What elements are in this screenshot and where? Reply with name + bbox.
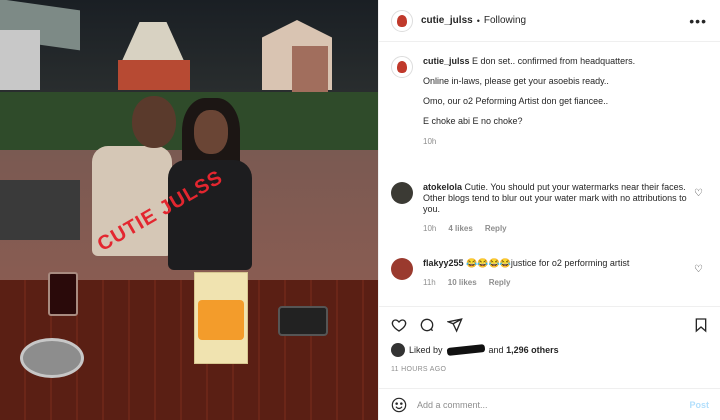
comment-likes[interactable]: 10 likes [448, 277, 477, 288]
likes-count-link[interactable]: 1,296 others [506, 345, 559, 355]
photo-phone [278, 306, 328, 336]
following-button[interactable]: Following [484, 15, 526, 26]
comment-username[interactable]: atokelola [423, 182, 462, 192]
comment-time[interactable]: 11h [423, 277, 436, 288]
comment-item: flakyy255 😂😂😂😂justice for o2 performing … [391, 258, 711, 288]
photo-gazebo [118, 60, 190, 90]
photo-ashtray [20, 338, 84, 378]
photo-woman-face [194, 110, 228, 154]
more-options-icon[interactable]: ••• [689, 13, 707, 29]
redacted-username-scribble [446, 344, 485, 356]
caption-avatar[interactable] [391, 56, 413, 78]
photo-drink-glass [48, 272, 78, 316]
post-time-ago[interactable]: 11 HOURS AGO [391, 366, 446, 373]
heart-icon[interactable] [391, 317, 407, 333]
header-username[interactable]: cutie_julss [421, 15, 473, 26]
caption-first-line: cutie_julss E don set.. confirmed from h… [423, 56, 635, 67]
comment-like-heart-icon[interactable]: ♡ [694, 264, 703, 275]
post-caption: cutie_julss E don set.. confirmed from h… [391, 56, 711, 147]
liker-avatar[interactable] [391, 343, 405, 357]
caption-time[interactable]: 10h [423, 136, 635, 147]
comment-meta: 10h 4 likes Reply [423, 223, 693, 234]
photo-building-left [0, 30, 40, 90]
post-photo[interactable]: CUTIE JULSS [0, 0, 378, 420]
comment-reply-button[interactable]: Reply [485, 223, 507, 234]
instagram-post-frame: CUTIE JULSS cutie_julss • Following ••• … [0, 0, 720, 420]
comment-time[interactable]: 10h [423, 223, 436, 234]
share-icon[interactable] [447, 317, 463, 333]
photo-man-head [132, 96, 176, 148]
comment-icon[interactable] [419, 317, 435, 333]
photo-juice-carton-label [198, 300, 244, 340]
comment-text: Cutie. You should put your watermarks ne… [423, 182, 687, 214]
liked-by-and: and [488, 345, 504, 355]
comment-avatar[interactable] [391, 182, 413, 204]
bookmark-icon[interactable] [693, 317, 709, 333]
emoji-icon[interactable] [391, 397, 407, 413]
post-actions-bar [379, 306, 720, 342]
liked-by-prefix: Liked by [409, 345, 443, 355]
comment-avatar[interactable] [391, 258, 413, 280]
post-side-panel: cutie_julss • Following ••• cutie_julss … [378, 0, 720, 420]
caption-text-4: E choke abi E no choke? [423, 116, 523, 126]
comment-reply-button[interactable]: Reply [489, 277, 511, 288]
comment-meta: 11h 10 likes Reply [423, 277, 693, 288]
comment-like-heart-icon[interactable]: ♡ [694, 188, 703, 199]
avatar[interactable] [391, 9, 413, 32]
post-comment-button[interactable]: Post [689, 400, 709, 410]
likes-summary: Liked by and 1,296 others [391, 343, 559, 357]
comment-likes[interactable]: 4 likes [448, 223, 472, 234]
photo-bench [0, 180, 80, 240]
header-separator-dot: • [476, 15, 480, 26]
comment-text: 😂😂😂😂justice for o2 performing artist [466, 258, 630, 268]
comment-username[interactable]: flakyy255 [423, 258, 464, 268]
caption-text-2: Online in-laws, please get your asoebis … [423, 76, 609, 86]
caption-text-1: E don set.. confirmed from headquatters. [472, 56, 636, 66]
caption-text-3: Omo, our o2 Peforming Artist don get fia… [423, 96, 609, 106]
caption-username[interactable]: cutie_julss [423, 56, 470, 66]
add-comment-input[interactable] [417, 399, 667, 410]
post-header: cutie_julss • Following ••• [379, 0, 720, 42]
comment-item: atokelola Cutie. You should put your wat… [391, 182, 711, 234]
add-comment-bar: Post [379, 388, 720, 420]
